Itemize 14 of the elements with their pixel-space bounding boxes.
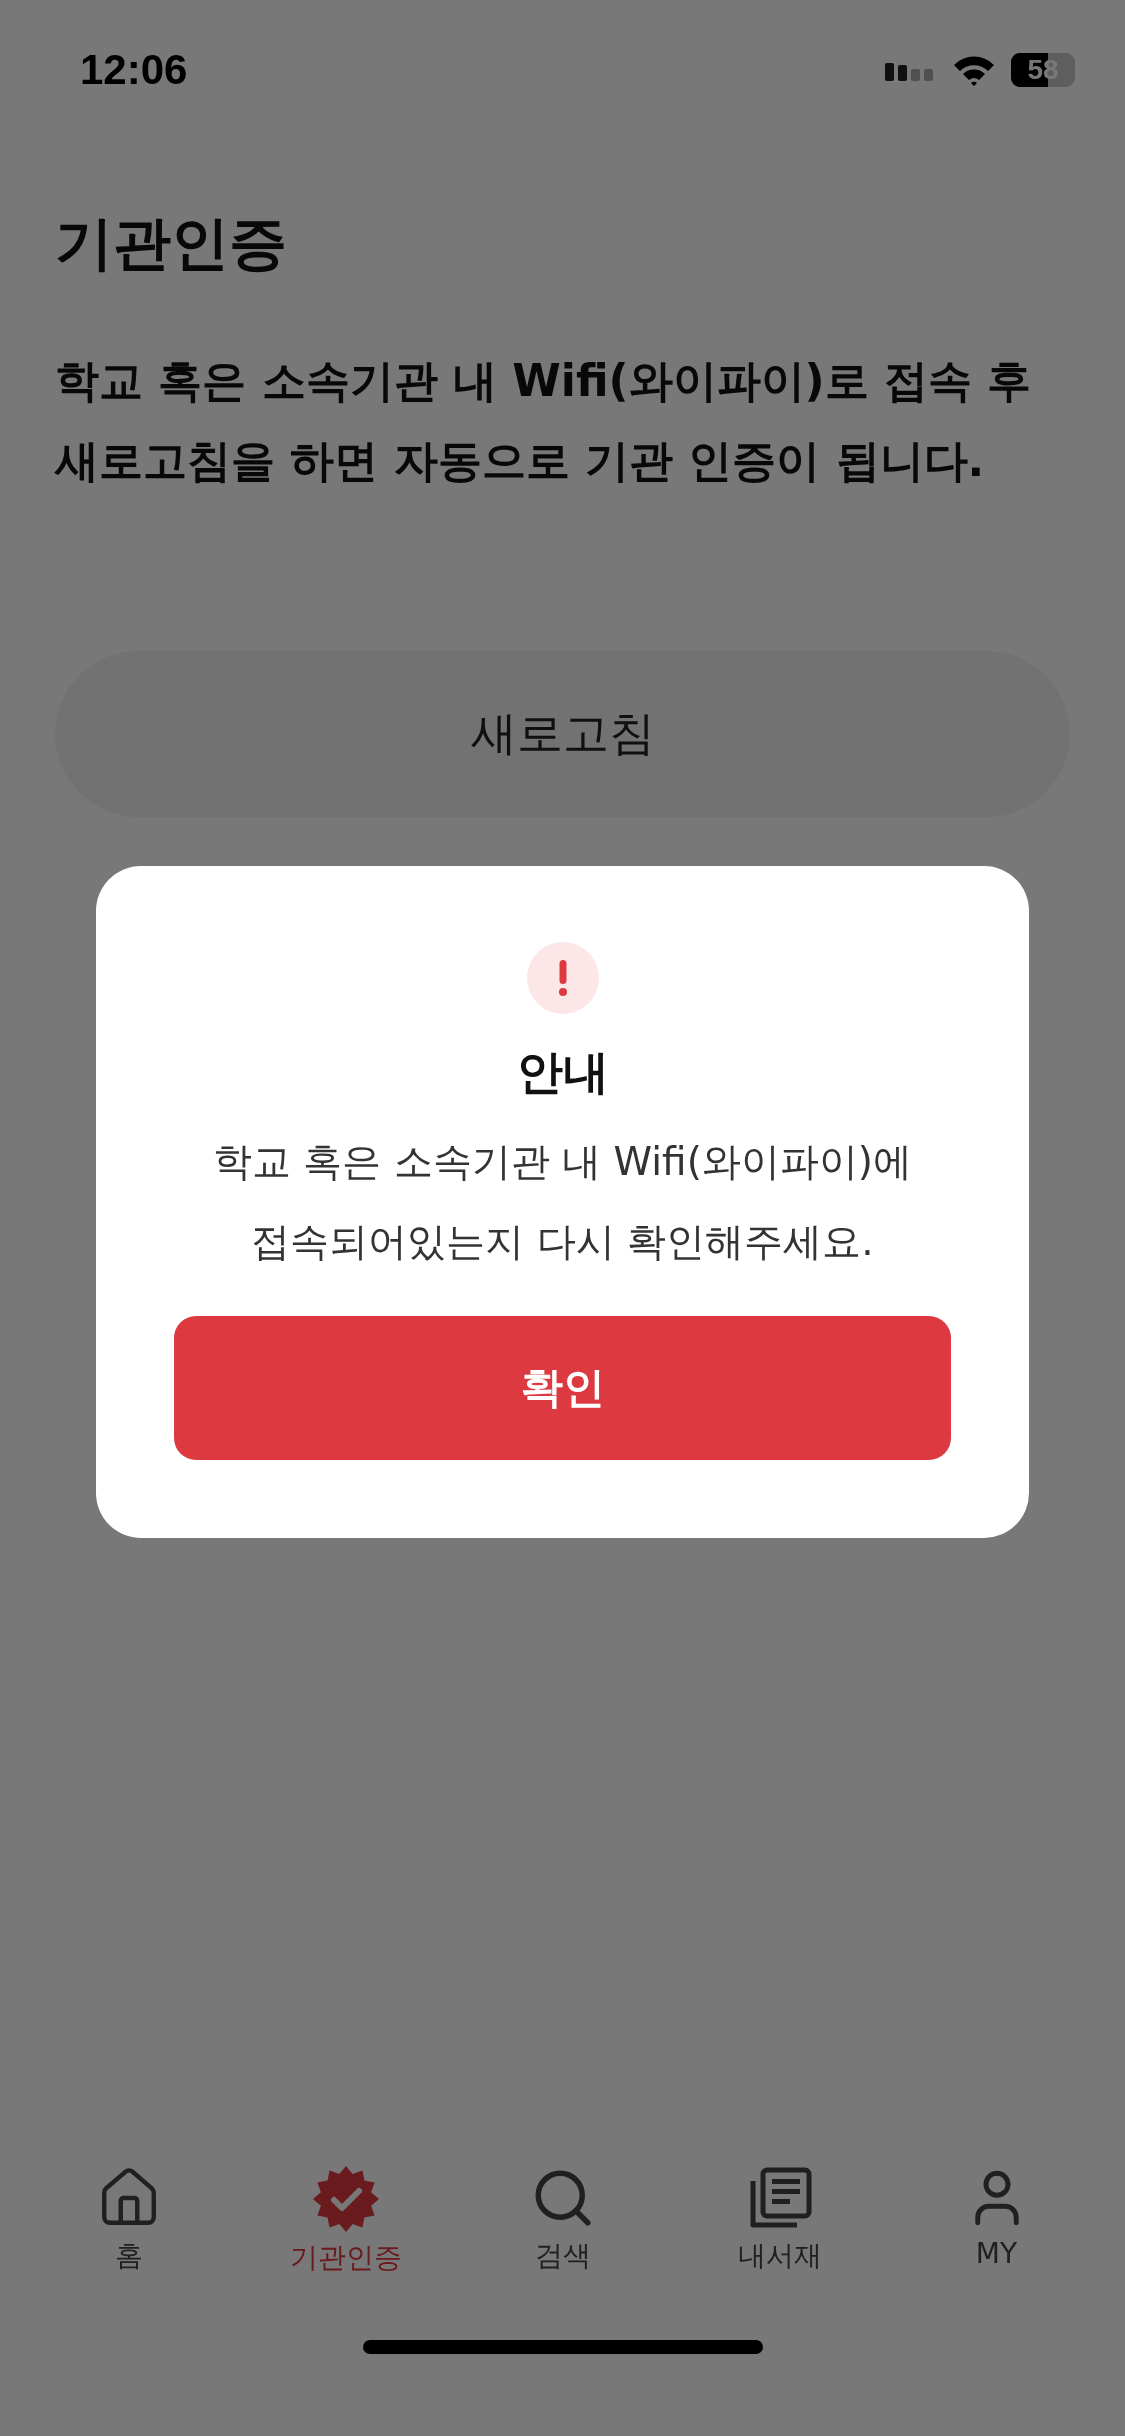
- status-time: 12:06: [80, 46, 188, 94]
- tab-bar-item[interactable]: MY: [906, 2165, 1087, 2340]
- description-text: 학교 혹은 소속기관 내 Wifi(와이파이)로 접속 후 새로고침을 하면 자동으로 기관 인증이 됩니다.: [55, 354, 1033, 488]
- page-title: 기관인증: [55, 208, 288, 279]
- tab-bar-item[interactable]: 검색: [472, 2165, 653, 2340]
- badge-check-icon: [311, 2165, 380, 2233]
- dialog-title: 안내: [516, 1044, 609, 1101]
- tab-bar-item[interactable]: 홈: [38, 2165, 219, 2340]
- alert-icon: [526, 942, 599, 1014]
- refresh-button[interactable]: 새로고침: [55, 651, 1070, 817]
- dialog-message: 학교 혹은 소속기관 내 Wifi(와이파이)에 접속되어있는지 다시 확인해주세요.: [212, 1138, 913, 1266]
- tab-bar-item[interactable]: 내서재: [689, 2165, 870, 2340]
- tab-bar-item[interactable]: 기관인증: [255, 2165, 436, 2340]
- confirm-button[interactable]: 확인: [174, 1316, 951, 1460]
